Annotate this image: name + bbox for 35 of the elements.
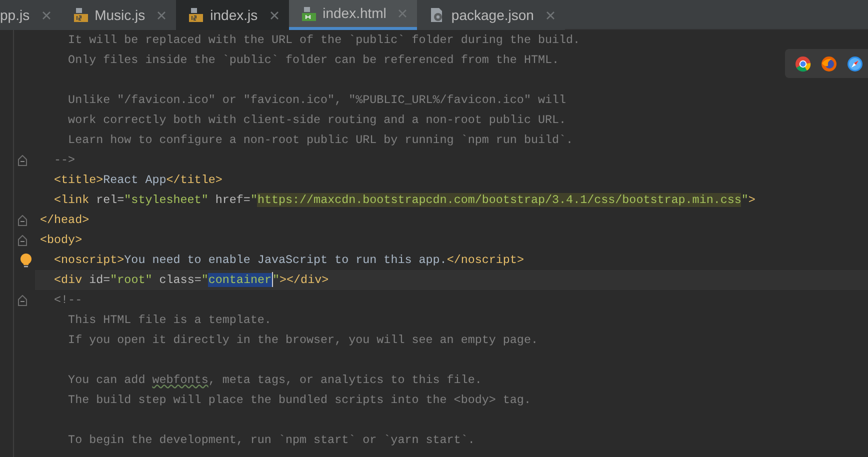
code-line: <link rel="stylesheet" href="https://maxcdn.bootstrapcdn.com/bootstrap/3.4.1/css/bootstrap.min.css"> — [53, 193, 756, 207]
code-line: You can add webfonts, meta tags, or analytics to this file. — [67, 373, 482, 387]
fold-marker-icon[interactable] — [18, 294, 27, 306]
fox-globe-icon[interactable] — [821, 56, 837, 72]
code-line: It will be replaced with the URL of the `public` folder during the build. — [67, 33, 580, 47]
close-icon[interactable] — [270, 10, 279, 20]
code-line: <title>React App</title> — [53, 173, 222, 187]
fold-marker-icon[interactable] — [18, 214, 27, 226]
script-file-icon — [72, 7, 89, 23]
code-line: Learn how to configure a non-root public URL by running `npm run build`. — [67, 133, 574, 147]
close-icon[interactable] — [42, 10, 51, 20]
compass-icon[interactable] — [847, 56, 863, 72]
code-line: <div id="root" class="container"></div> — [53, 273, 329, 287]
fold-marker-icon[interactable] — [18, 234, 27, 246]
html-file-icon — [300, 6, 317, 22]
code-line: <noscript>You need to enable JavaScript to run this app.</noscript> — [53, 253, 524, 267]
code-line: Only files inside the `public` folder can be referenced from the HTML. — [67, 53, 560, 67]
code-line: The build step will place the bundled scripts into the <body> tag. — [67, 393, 531, 407]
code-line: Unlike "/favicon.ico" or "favicon.ico", "%PUBLIC_URL%/favicon.ico" will — [67, 93, 566, 107]
code-line: <body> — [40, 233, 82, 247]
close-icon[interactable] — [157, 10, 166, 20]
fold-marker-icon[interactable] — [18, 154, 27, 166]
editor-tab[interactable]: index.html — [288, 0, 418, 30]
script-file-icon — [188, 7, 204, 23]
code-line: If you open it directly in the browser, you will see an empty page. — [67, 333, 538, 347]
ring-icon[interactable] — [795, 56, 811, 72]
code-line: To begin the development, run `npm start` or `yarn start`. — [67, 433, 475, 447]
lightbulb-icon[interactable] — [20, 252, 32, 268]
close-icon[interactable] — [546, 10, 555, 20]
code-line: This HTML file is a template. — [67, 313, 272, 327]
code-line: work correctly both with client-side routing and a non-root public URL. — [67, 113, 566, 127]
code-line: </head> — [40, 213, 90, 227]
code-line: --> — [53, 153, 76, 167]
editor-tab[interactable]: index.js — [176, 0, 289, 30]
code-line: <!-- — [53, 293, 82, 307]
